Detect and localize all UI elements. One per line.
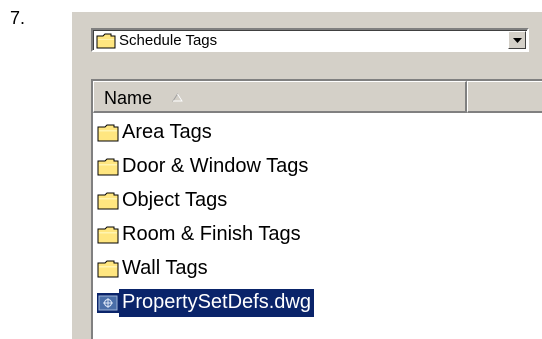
list-item-label: Room & Finish Tags <box>122 223 301 245</box>
folder-icon <box>97 260 119 278</box>
chevron-down-icon <box>513 38 522 43</box>
folder-icon <box>97 192 119 210</box>
list-item-label: Area Tags <box>122 121 212 143</box>
file-browser-dialog: Schedule Tags Name Area Tags Door & Wind… <box>72 12 542 339</box>
location-dropdown-value: Schedule Tags <box>119 32 218 49</box>
dropdown-arrow-button[interactable] <box>508 31 526 49</box>
file-list-view[interactable]: Name Area Tags Door & Window Tags Object… <box>91 79 542 339</box>
folder-icon <box>96 33 116 54</box>
location-dropdown[interactable]: Schedule Tags <box>91 28 529 52</box>
list-item-label: Wall Tags <box>122 257 208 279</box>
folder-icon <box>97 124 119 142</box>
step-number: 7. <box>10 8 26 28</box>
folder-icon <box>97 226 119 244</box>
sort-ascending-icon <box>172 93 183 102</box>
column-header-name-label: Name <box>104 88 153 108</box>
dwg-file-icon <box>97 293 119 313</box>
list-item-label: PropertySetDefs.dwg <box>119 289 314 317</box>
folder-icon <box>97 158 119 176</box>
column-header-row: Name <box>93 81 542 113</box>
column-header-2[interactable] <box>467 81 542 113</box>
list-item-label: Door & Window Tags <box>122 155 309 177</box>
column-header-name[interactable]: Name <box>93 81 467 113</box>
list-item-label: Object Tags <box>122 189 228 211</box>
